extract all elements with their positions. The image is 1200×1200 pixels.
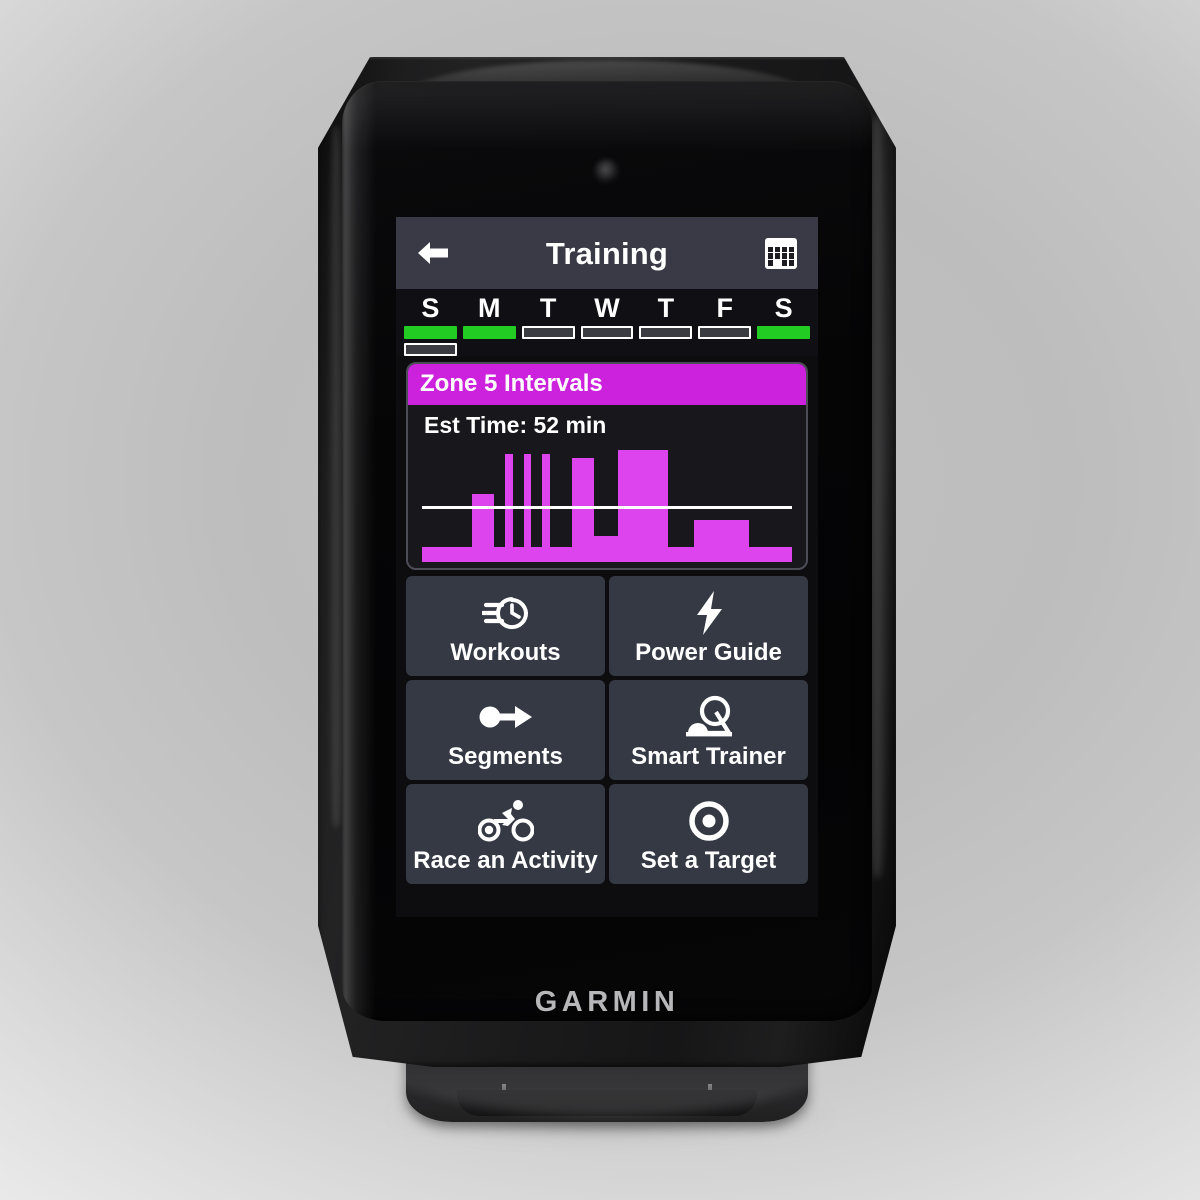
week-day-bar-done xyxy=(462,326,516,339)
tile-smart-trainer[interactable]: Smart Trainer xyxy=(609,680,808,781)
week-day-0[interactable]: S xyxy=(404,293,457,356)
tile-label: Race an Activity xyxy=(413,847,598,875)
tile-label: Power Guide xyxy=(635,639,782,667)
cyclist-icon xyxy=(477,797,534,845)
calendar-cell xyxy=(788,253,794,259)
week-day-bar-empty xyxy=(757,343,810,356)
garmin-edge-device: GARMIN Training S M T W T F S Zone 5 Int… xyxy=(318,57,896,1122)
calendar-cell xyxy=(774,246,781,252)
week-day-bar-empty xyxy=(639,343,692,356)
week-day-1[interactable]: M xyxy=(462,293,516,356)
chart-bar-recover-2 xyxy=(594,536,619,563)
week-day-bar-planned xyxy=(404,343,457,356)
tile-workouts[interactable]: Workouts xyxy=(406,576,605,677)
dot-arrow-icon xyxy=(479,693,533,741)
week-day-bar-empty xyxy=(463,343,516,356)
week-day-bar-done xyxy=(757,326,810,339)
week-day-bar-planned xyxy=(521,326,575,339)
tile-label: Workouts xyxy=(450,639,561,667)
chart-bar-rest-3 xyxy=(531,546,543,563)
lightning-bolt-icon xyxy=(692,589,726,637)
target-icon xyxy=(687,797,731,845)
calendar-icon-header xyxy=(768,240,794,245)
week-day-bar-planned xyxy=(639,326,693,339)
workout-est-time: Est Time: 52 min xyxy=(424,412,607,438)
tile-race-an-activity[interactable]: Race an Activity xyxy=(406,784,605,885)
calendar-cell xyxy=(781,260,788,266)
arrow-left-icon xyxy=(416,238,450,268)
chart-bar-rest-1 xyxy=(494,546,506,563)
calendar-cell xyxy=(774,253,781,259)
week-day-6[interactable]: S xyxy=(757,293,810,356)
back-button[interactable] xyxy=(410,230,456,276)
training-menu-grid: Workouts Power Guide Segments Smart Trainer… xyxy=(396,570,818,885)
tile-label: Segments xyxy=(448,743,563,771)
week-day-bar-planned xyxy=(698,326,752,339)
week-day-3[interactable]: W xyxy=(580,293,634,356)
workout-card-body: Est Time: 52 min xyxy=(408,405,806,563)
calendar-icon-grid xyxy=(768,246,794,266)
tile-power-guide[interactable]: Power Guide xyxy=(609,576,808,677)
chart-bar-rest-4 xyxy=(668,546,694,563)
week-day-letter: F xyxy=(716,293,733,323)
chart-bar-warmup-low xyxy=(422,546,443,563)
week-strip: SMTWTFS xyxy=(396,289,818,356)
calendar-cell xyxy=(781,253,788,259)
calendar-cell xyxy=(788,246,794,252)
week-day-4[interactable]: T xyxy=(639,293,693,356)
calendar-cell xyxy=(768,253,774,259)
week-day-5[interactable]: F xyxy=(698,293,752,356)
garmin-wordmark: GARMIN xyxy=(534,986,680,1018)
ambient-light-sensor xyxy=(594,159,620,185)
glass-glare-top xyxy=(342,81,872,151)
chart-bars xyxy=(422,444,792,563)
week-day-letter: M xyxy=(478,293,501,323)
week-day-bar-done xyxy=(404,326,457,339)
tile-label: Set a Target xyxy=(640,847,777,875)
chart-bar-cooldown-low xyxy=(749,546,792,563)
calendar-icon xyxy=(765,237,797,269)
chart-bar-warmup-step xyxy=(442,546,472,563)
calendar-cell xyxy=(788,260,794,266)
week-day-letter: T xyxy=(539,293,557,323)
week-day-letter: W xyxy=(594,293,620,323)
calendar-cell xyxy=(781,246,788,252)
week-day-bar-empty xyxy=(581,343,634,356)
chart-bar-rest-2 xyxy=(512,546,524,563)
week-day-bar-planned xyxy=(580,326,634,339)
trainer-wheel-icon xyxy=(685,693,733,741)
app-header: Training xyxy=(396,217,818,289)
clock-speed-icon xyxy=(481,589,530,637)
device-display: Training S M T W T F S Zone 5 Intervals … xyxy=(396,217,818,917)
week-day-bar-empty xyxy=(522,343,575,356)
week-day-letter: T xyxy=(657,293,675,323)
workout-card[interactable]: Zone 5 Intervals Est Time: 52 min xyxy=(406,362,808,571)
workout-title: Zone 5 Intervals xyxy=(408,364,806,405)
calendar-button[interactable] xyxy=(758,230,804,276)
calendar-cell xyxy=(768,246,774,252)
tile-label: Smart Trainer xyxy=(631,743,786,771)
chart-bar-recover xyxy=(549,546,572,563)
week-day-list: SMTWTFS xyxy=(404,293,810,356)
week-day-2[interactable]: T xyxy=(521,293,575,356)
chart-bar-interval-1 xyxy=(571,458,595,563)
page-title: Training xyxy=(545,235,669,271)
week-day-bar-empty xyxy=(698,343,751,356)
chart-bar-warmup-build xyxy=(471,493,495,563)
tile-set-a-target[interactable]: Set a Target xyxy=(609,784,808,885)
calendar-cell-selected xyxy=(774,260,781,266)
tile-segments[interactable]: Segments xyxy=(406,680,605,781)
chart-ftp-line xyxy=(422,506,792,510)
chart-bar-cooldown-step xyxy=(693,519,750,563)
calendar-cell xyxy=(768,260,774,266)
scene: GARMIN Training S M T W T F S Zone 5 Int… xyxy=(0,0,1200,1200)
glass-glare-left xyxy=(342,81,376,1021)
week-day-letter: S xyxy=(421,293,440,323)
week-day-letter: S xyxy=(774,293,793,323)
workout-power-profile-chart xyxy=(422,444,792,563)
